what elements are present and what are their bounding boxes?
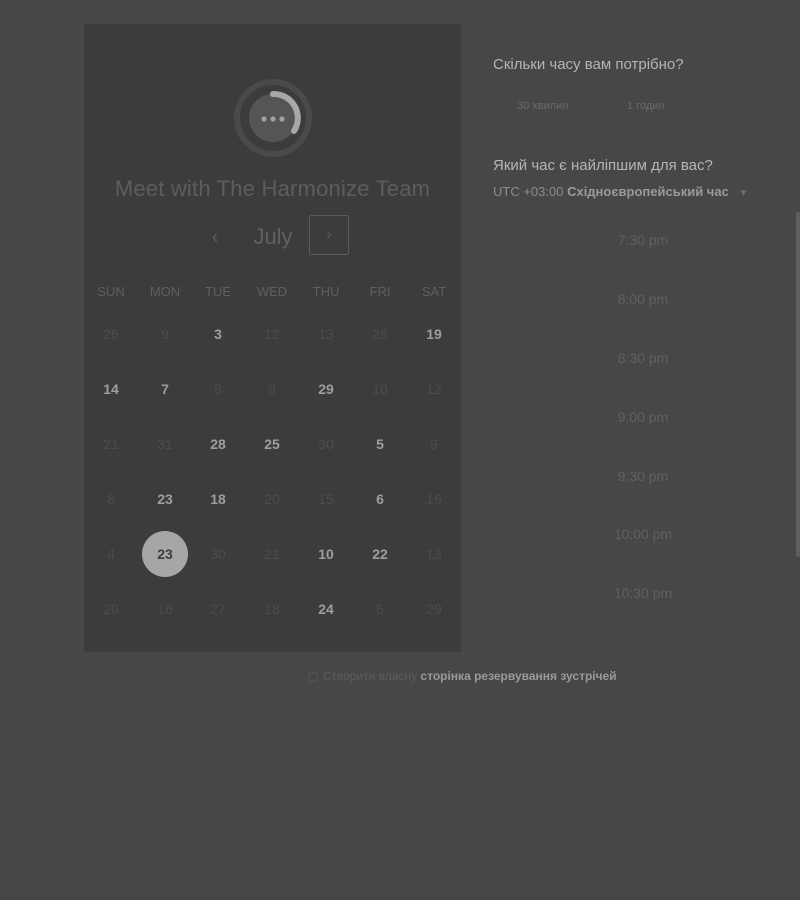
calendar-day[interactable]: 24 — [299, 594, 353, 624]
chevron-right-icon[interactable]: › — [309, 215, 349, 255]
calendar-day[interactable]: 25 — [245, 429, 299, 459]
calendar-day: 16 — [426, 491, 442, 507]
footer-text: Створити власну — [322, 669, 418, 683]
calendar-day[interactable]: 29 — [299, 374, 353, 404]
calendar-day: 27 — [210, 601, 226, 617]
time-slot[interactable]: 8:00 pm — [580, 291, 706, 307]
calendar-day: 15 — [318, 491, 334, 507]
calendar-day[interactable]: 7 — [138, 374, 192, 404]
calendar-day: 13 — [426, 546, 442, 562]
weekday-wed: WED — [256, 284, 288, 299]
calendar-day: 10 — [372, 381, 388, 397]
calendar-day: 31 — [157, 436, 173, 452]
calendar-day[interactable]: 5 — [353, 429, 407, 459]
time-slot[interactable]: 8:30 pm — [580, 350, 706, 366]
time-slot[interactable]: 7:30 pm — [580, 232, 706, 248]
harmonize-logo-icon — [234, 79, 312, 157]
calendar-day: 12 — [426, 381, 442, 397]
time-slot[interactable]: 9:00 pm — [580, 409, 706, 425]
calendar-day: 28 — [372, 326, 388, 342]
timezone-name: Східноєвропейський час — [567, 184, 729, 199]
time-slot[interactable]: 10:00 pm — [580, 526, 706, 542]
duration-option-1hour[interactable]: 1 годин — [627, 100, 664, 112]
calendar-day: 21 — [103, 436, 119, 452]
calendar-day[interactable]: 23 — [138, 484, 192, 514]
booking-card: Meet with The Harmonize Team ‹ July › SU… — [84, 24, 461, 652]
calendar-day: 21 — [264, 546, 280, 562]
calendar-day: 20 — [264, 491, 280, 507]
calendar-day: 18 — [264, 601, 280, 617]
calendar-day: 9 — [430, 436, 438, 452]
weekday-thu: THU — [312, 284, 340, 299]
calendar-day: 29 — [426, 601, 442, 617]
calendar-icon: ▢ — [307, 669, 319, 683]
calendar-day: 16 — [157, 601, 173, 617]
time-slot[interactable]: 9:30 pm — [580, 468, 706, 484]
calendar-day[interactable]: 19 — [407, 319, 461, 349]
calendar-day[interactable]: 22 — [353, 539, 407, 569]
calendar-day[interactable]: 10 — [299, 539, 353, 569]
calendar-day: 12 — [264, 326, 280, 342]
duration-question: Скільки часу вам потрібно? — [493, 56, 684, 73]
calendar-day: 8 — [107, 491, 115, 507]
calendar-day: 13 — [318, 326, 334, 342]
calendar-day[interactable]: 3 — [191, 319, 245, 349]
timezone-selector[interactable]: UTC +03:00 Східноєвропейський час ▼ — [493, 184, 748, 199]
time-slot[interactable]: 10:30 pm — [580, 585, 706, 601]
calendar-day: 4 — [107, 546, 115, 562]
weekday-header: SUN MON TUE WED THU FRI SAT — [84, 284, 461, 304]
calendar-day: 8 — [214, 381, 222, 397]
calendar-day: 26 — [103, 326, 119, 342]
weekday-mon: MON — [149, 284, 181, 299]
calendar-day: 30 — [318, 436, 334, 452]
calendar-day-selected[interactable]: 23 — [142, 531, 188, 577]
calendar-day: 9 — [161, 326, 169, 342]
calendar-day: 20 — [103, 601, 119, 617]
calendar-day[interactable]: 14 — [84, 374, 138, 404]
calendar-day[interactable]: 6 — [353, 484, 407, 514]
weekday-sat: SAT — [421, 284, 447, 299]
scrollbar[interactable] — [796, 212, 800, 557]
chevron-left-icon[interactable]: ‹ — [205, 227, 225, 247]
footer: ▢ Створити власну сторінка резервування з… — [0, 669, 800, 683]
month-label: July — [253, 224, 293, 249]
meeting-title: Meet with The Harmonize Team — [114, 176, 431, 201]
calendar-day[interactable]: 28 — [191, 429, 245, 459]
calendar-day: 9 — [268, 381, 276, 397]
weekday-sun: SUN — [97, 284, 125, 299]
create-booking-page-link[interactable]: сторінка резервування зустрічей — [420, 669, 616, 683]
timezone-offset: UTC +03:00 — [493, 184, 564, 199]
weekday-tue: TUE — [205, 284, 231, 299]
calendar-day[interactable]: 18 — [191, 484, 245, 514]
weekday-fri: FRI — [369, 284, 391, 299]
caret-down-icon: ▼ — [738, 188, 749, 199]
time-question: Який час є найліпшим для вас? — [493, 157, 713, 174]
calendar-day: 5 — [376, 601, 384, 617]
calendar-day: 30 — [210, 546, 226, 562]
duration-option-30min[interactable]: 30 хвилин — [517, 100, 568, 112]
